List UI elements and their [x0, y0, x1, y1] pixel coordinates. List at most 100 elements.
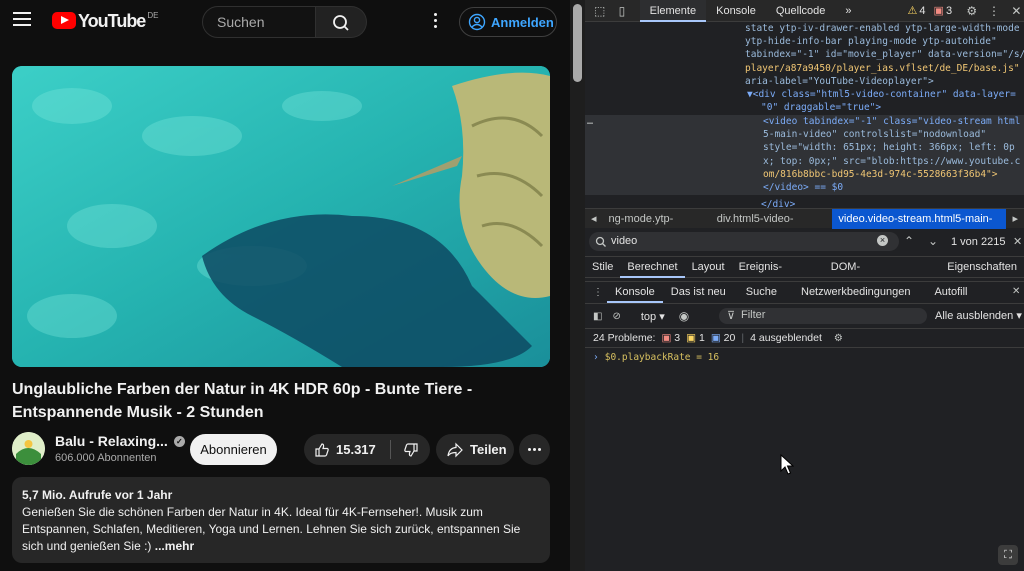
tab-properties[interactable]: Eigenschaften: [940, 257, 1024, 278]
tab-event-listeners[interactable]: Ereignis-Listener: [732, 257, 824, 294]
thumbs-down-icon: [403, 442, 418, 457]
drawer-menu-icon[interactable]: ⋮: [585, 287, 607, 298]
breadcrumb-scroll-right-icon[interactable]: ▸: [1006, 209, 1024, 229]
live-expression-eye-icon[interactable]: ◉: [679, 309, 689, 323]
kebab-menu-icon[interactable]: ⋮: [986, 3, 1001, 19]
context-selector[interactable]: top ▾: [641, 310, 665, 323]
description-box[interactable]: 5,7 Mio. Aufrufe vor 1 Jahr Genießen Sie…: [12, 477, 550, 563]
node-ellipsis-icon[interactable]: …: [587, 115, 593, 128]
console-toolbar: ◧ ⊘ top ▾ ◉ ⊽ Filter Alle ausblenden ▾: [585, 305, 1024, 327]
tab-whats-new[interactable]: Das ist neu: [663, 282, 734, 303]
breadcrumb: ◂ ng-mode.ytp-autohide div.html5-video-c…: [585, 208, 1024, 245]
error-icon: ▣: [933, 5, 944, 17]
find-previous-icon[interactable]: ⌃: [904, 234, 914, 248]
subscriber-count: 606.000 Abonnenten: [55, 452, 157, 464]
selected-node[interactable]: … <video tabindex="-1" class="video-stre…: [585, 115, 1024, 195]
like-button[interactable]: 15.317: [304, 434, 390, 465]
signin-button[interactable]: Anmelden: [459, 7, 557, 37]
issue-error-count: 3: [674, 332, 681, 344]
issue-warning-count: 1: [698, 332, 705, 344]
find-next-icon[interactable]: ⌄: [928, 234, 938, 248]
code-line: </video> == $0: [763, 182, 844, 193]
tab-search[interactable]: Suche: [734, 282, 789, 303]
more-actions-button[interactable]: [519, 434, 550, 465]
clear-console-icon[interactable]: ⊘: [612, 311, 620, 322]
search-button[interactable]: [316, 6, 367, 38]
issues-separator: |: [741, 332, 745, 344]
issue-warnings: ▣ 1: [686, 332, 705, 344]
warnings-badge[interactable]: ⚠ 4: [907, 4, 926, 18]
breadcrumb-item[interactable]: div.html5-video-container: [711, 209, 833, 245]
tab-sources[interactable]: Quellcode: [766, 0, 836, 22]
info-issue-icon: ▣: [710, 332, 721, 344]
device-toolbar-icon[interactable]: ▯: [614, 3, 629, 19]
video-frame: [12, 66, 550, 367]
code-line[interactable]: </div>: [761, 198, 1024, 208]
youtube-pane: YouTube DE Suchen Anmelden Unglaubliche …: [0, 0, 570, 571]
code-line[interactable]: state ytp-iv-drawer-enabled ytp-large-wi…: [745, 22, 1024, 35]
screenshot-tool-icon[interactable]: ⛶: [998, 545, 1018, 565]
breadcrumb-scroll-left-icon[interactable]: ◂: [585, 209, 603, 229]
tab-elements[interactable]: Elemente: [639, 0, 707, 22]
channel-avatar[interactable]: [12, 432, 45, 465]
code-line[interactable]: ▼<div class="html5-video-container" data…: [747, 88, 1024, 101]
issue-info-count: 20: [723, 332, 736, 344]
tab-computed[interactable]: Berechnet: [620, 257, 685, 278]
channel-name-row[interactable]: Balu - Relaxing... ✓: [55, 433, 185, 449]
console-entry: › $0.playbackRate = 16: [593, 352, 719, 363]
errors-badge[interactable]: ▣ 3: [933, 4, 953, 18]
page-scrollbar[interactable]: [570, 0, 585, 571]
log-levels-dropdown[interactable]: Alle ausblenden ▾: [935, 309, 1022, 322]
close-icon[interactable]: ✕: [1009, 3, 1024, 19]
more-tabs-icon[interactable]: »: [835, 0, 861, 22]
tab-layout[interactable]: Layout: [685, 257, 732, 278]
log-levels-label: Alle ausblenden: [935, 310, 1014, 322]
account-icon: [468, 13, 486, 31]
tab-console-drawer[interactable]: Konsole: [607, 282, 663, 303]
gear-icon[interactable]: ⚙: [964, 3, 979, 19]
code-line[interactable]: player/a87a9450/player_ias.vflset/de_DE/…: [745, 62, 1024, 75]
share-button[interactable]: Teilen: [436, 434, 514, 465]
error-issue-icon: ▣: [661, 332, 672, 344]
warnings-count: 4: [919, 4, 926, 17]
tab-network-conditions[interactable]: Netzwerkbedingungen: [789, 282, 922, 303]
sidebar-toggle-icon[interactable]: ◧: [593, 311, 602, 322]
channel-name[interactable]: Balu - Relaxing...: [55, 433, 168, 449]
breadcrumb-item[interactable]: ng-mode.ytp-autohide: [603, 209, 711, 245]
filter-input[interactable]: ⊽ Filter: [719, 308, 927, 324]
hidden-count: 4 ausgeblendet: [750, 332, 822, 344]
code-line[interactable]: ytp-hide-info-bar playing-mode ytp-autoh…: [745, 35, 1024, 48]
code-line[interactable]: tabindex="-1" id="movie_player" data-ver…: [745, 48, 1024, 61]
elements-tree[interactable]: state ytp-iv-drawer-enabled ytp-large-wi…: [585, 22, 1024, 208]
tab-autofill[interactable]: Autofill: [922, 282, 979, 303]
breadcrumb-item-active[interactable]: video.video-stream.html5-main-video: [832, 208, 1007, 245]
video-player[interactable]: [12, 66, 550, 367]
verified-icon: ✓: [173, 435, 185, 447]
close-drawer-icon[interactable]: ✕: [1012, 286, 1020, 297]
styles-tabbar: Stile Berechnet Layout Ereignis-Listener…: [585, 256, 1024, 294]
inspect-element-icon[interactable]: ⬚: [592, 3, 607, 19]
warning-icon: ⚠: [907, 5, 918, 17]
settings-menu-icon[interactable]: [430, 13, 440, 31]
find-input[interactable]: video: [589, 232, 899, 251]
youtube-logo[interactable]: YouTube DE: [52, 11, 158, 31]
context-label: top: [640, 310, 657, 323]
find-query: video: [611, 235, 638, 247]
close-find-icon[interactable]: ✕: [1013, 235, 1022, 248]
drawer-tabbar: ⋮ Konsole Das ist neu Suche Netzwerkbedi…: [585, 282, 1024, 304]
tab-dom-breakpoints[interactable]: DOM-Umschaltpunkte: [824, 257, 941, 294]
tab-styles[interactable]: Stile: [585, 257, 620, 278]
find-count: 1 von 2215: [951, 236, 1006, 248]
dislike-button[interactable]: [391, 434, 430, 465]
clear-find-icon[interactable]: ×: [877, 235, 888, 246]
subscribe-button[interactable]: Abonnieren: [190, 434, 277, 465]
console-settings-gear-icon[interactable]: ⚙: [834, 333, 843, 344]
scrollbar-thumb[interactable]: [573, 4, 582, 82]
search-input[interactable]: Suchen: [202, 6, 316, 38]
show-more-link[interactable]: ...mehr: [155, 539, 194, 553]
issues-bar[interactable]: 24 Probleme: ▣ 3 ▣ 1 ▣ 20 | 4 ausgeblend…: [585, 328, 1024, 348]
code-line[interactable]: "0" draggable="true">: [761, 101, 1024, 114]
tab-console[interactable]: Konsole: [706, 0, 766, 22]
code-line[interactable]: aria-label="YouTube-Videoplayer">: [745, 75, 1024, 88]
menu-icon[interactable]: [13, 12, 31, 26]
